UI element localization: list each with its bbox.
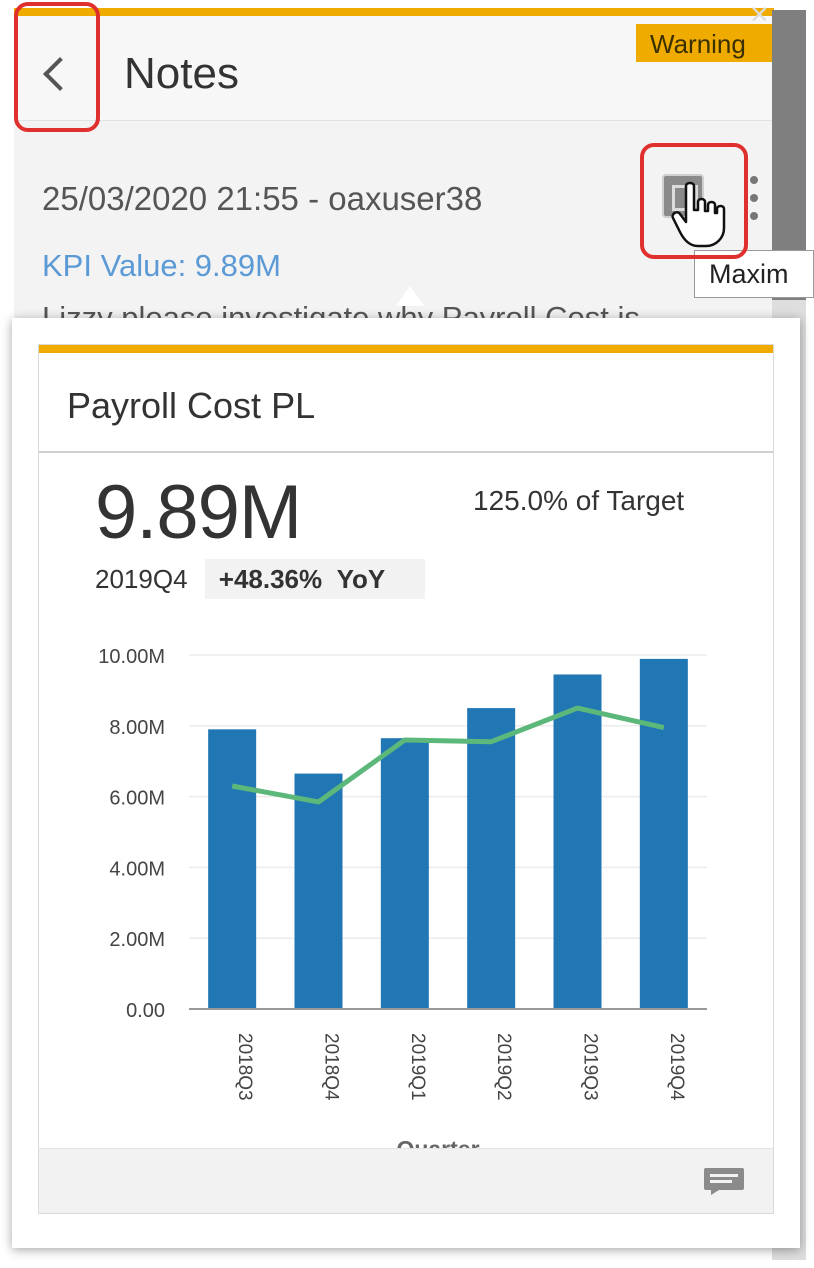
- x-tick-label: 2019Q1: [407, 1033, 428, 1101]
- highlight-back-button: [14, 2, 100, 132]
- y-tick-label: 10.00M: [98, 646, 165, 668]
- y-tick-label: 8.00M: [109, 717, 165, 739]
- tile-accent-stripe: [39, 345, 773, 353]
- kpi-value: 9.89M: [95, 470, 302, 555]
- target-percent: 125.0% of Target: [473, 485, 685, 516]
- bar: [380, 738, 429, 1009]
- tile-header: Payroll Cost PL: [39, 353, 773, 453]
- kpi-value-link[interactable]: KPI Value: 9.89M: [42, 248, 281, 284]
- notes-header: Notes Warning: [14, 16, 774, 121]
- x-tick-label: 2019Q3: [580, 1033, 601, 1101]
- yoy-badge: +48.36% YoY: [204, 559, 426, 599]
- notes-title: Notes: [124, 49, 239, 98]
- close-icon[interactable]: ×: [750, 0, 769, 30]
- kpi-tile[interactable]: Payroll Cost PL 9.89M 125.0% of Target 2…: [38, 344, 774, 1214]
- notes-accent-stripe: [14, 8, 774, 16]
- yoy-label: YoY: [336, 564, 386, 594]
- comment-icon[interactable]: [703, 1167, 745, 1195]
- y-tick-label: 6.00M: [109, 788, 165, 810]
- kpi-popover: Payroll Cost PL 9.89M 125.0% of Target 2…: [12, 318, 800, 1248]
- y-tick-label: 0.00: [126, 1000, 165, 1022]
- bar: [639, 658, 688, 1009]
- y-tick-label: 2.00M: [109, 929, 165, 951]
- bar: [467, 708, 516, 1009]
- yoy-row: 2019Q4 +48.36% YoY: [95, 559, 426, 599]
- period-label: 2019Q4: [95, 564, 188, 594]
- x-tick-label: 2019Q4: [666, 1033, 687, 1101]
- vertical-ellipsis-icon[interactable]: [750, 176, 760, 226]
- note-meta: 25/03/2020 21:55 - oaxuser38: [42, 180, 483, 217]
- tile-title: Payroll Cost PL: [67, 385, 316, 426]
- payroll-chart: 10.00M 8.00M 6.00M 4.00M 2.00M 0.00 2018Q3 2018…: [98, 646, 707, 1155]
- x-tick-label: 2018Q3: [234, 1033, 255, 1101]
- tile-footer: [39, 1148, 773, 1213]
- x-tick-label: 2018Q4: [321, 1033, 342, 1101]
- yoy-value: +48.36%: [218, 564, 323, 594]
- bar: [553, 674, 602, 1009]
- popover-arrow: [396, 286, 424, 306]
- bar: [208, 729, 257, 1009]
- y-tick-label: 4.00M: [109, 858, 165, 880]
- screen: Notes Warning 25/03/2020 21:55 - oaxuser…: [0, 0, 814, 1268]
- bar: [294, 773, 343, 1009]
- highlight-maximize-button: [640, 143, 748, 259]
- x-tick-label: 2019Q2: [493, 1033, 514, 1101]
